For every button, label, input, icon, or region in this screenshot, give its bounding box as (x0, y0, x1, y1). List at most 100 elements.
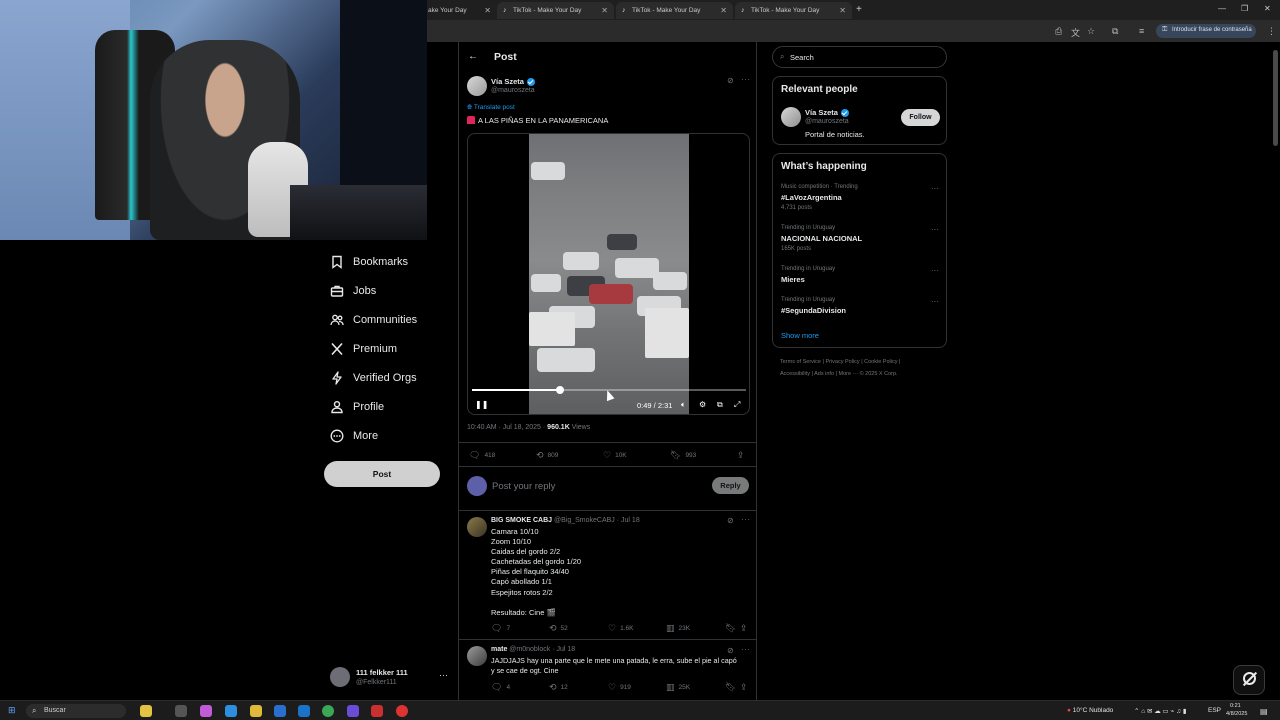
edge-icon[interactable] (225, 705, 237, 717)
minimize-icon[interactable]: — (1218, 4, 1226, 13)
copilot-icon[interactable] (200, 705, 212, 717)
sidebar-item-premium[interactable]: Premium (330, 338, 397, 360)
share-button[interactable]: ⇪ (740, 623, 752, 634)
tray-icons[interactable]: ⌃ ⌂ ✉ ☁ ▭ ⌁ ♫ ▮ (1134, 707, 1186, 715)
reply-button[interactable]: 🗨︎ 7 (491, 623, 510, 634)
task-view-icon[interactable] (175, 705, 187, 717)
more-dots-icon[interactable]: ··· (931, 225, 939, 234)
avatar[interactable] (781, 107, 801, 127)
more-dots-icon[interactable]: ··· (741, 645, 751, 654)
notifications-icon[interactable]: ▤ (1260, 707, 1268, 716)
like-button[interactable]: ♡ 919 (608, 682, 631, 693)
sidebar-item-communities[interactable]: Communities (330, 309, 417, 331)
trend-name[interactable]: NACIONAL NACIONAL (781, 234, 862, 243)
translate-post-link[interactable]: 🌐︎ Translate post (467, 104, 515, 112)
more-dots-icon[interactable]: ··· (931, 184, 939, 193)
windows-start-icon[interactable]: ⊞ (8, 705, 16, 716)
weather-widget[interactable]: ● 10°C Nublado (1067, 707, 1113, 714)
footer-links[interactable]: Terms of Service | Privacy Policy | Cook… (780, 359, 900, 365)
volume-icon[interactable]: 🔈︎ (681, 400, 686, 410)
outlook-icon[interactable] (298, 705, 310, 717)
obs-icon[interactable] (347, 705, 359, 717)
app-icon[interactable] (371, 705, 383, 717)
video-scrubber-handle[interactable] (555, 386, 564, 394)
video-player[interactable]: ❚❚ 0:49 / 2:31 🔈︎ ⚙︎ ⧉ ⤢ (467, 133, 750, 415)
reply-button[interactable]: 🗨︎ 4 (491, 682, 510, 693)
comment-author-name[interactable]: BIG SMOKE CABJ (491, 517, 552, 524)
person-handle[interactable]: @mauroszeta (805, 118, 849, 125)
views-button[interactable]: ▥ 25K (666, 682, 690, 693)
browser-tab[interactable]: ♪ TikTok - Make Your Day ✕ (735, 2, 852, 19)
browser-tab[interactable]: ake Your Day ✕ (427, 2, 497, 19)
taskbar-search[interactable]: ⌕ Buscar (26, 704, 126, 718)
chrome-icon[interactable] (322, 705, 334, 717)
repost-button[interactable]: ⟲ 52 (549, 623, 568, 634)
comment-author-handle[interactable]: @Big_SmokeCABJ · Jul 18 (554, 517, 640, 524)
reply-input[interactable]: Post your reply (492, 481, 555, 492)
author-name[interactable]: Vía Szeta (491, 77, 535, 86)
sidebar-item-profile[interactable]: Profile (330, 396, 384, 418)
author-avatar[interactable] (467, 76, 487, 96)
bookmark-button[interactable]: 🔖︎ 993 (670, 450, 696, 461)
show-more-link[interactable]: Show more (781, 331, 819, 340)
settings-gear-icon[interactable]: ⚙︎ (699, 400, 706, 409)
person-name[interactable]: Vía Szeta (805, 108, 849, 117)
new-tab-icon[interactable]: + (856, 4, 862, 15)
more-dots-icon[interactable]: ··· (931, 266, 939, 275)
account-switcher[interactable]: 111 felkker 111 @Felkker111 ··· (330, 666, 450, 690)
close-icon[interactable]: ✕ (839, 6, 846, 15)
browser-tab[interactable]: ♪ TikTok - Make Your Day ✕ (616, 2, 733, 19)
page-scrollbar[interactable] (1273, 50, 1278, 146)
bookmark-button[interactable]: 🔖︎ (725, 623, 740, 634)
pause-icon[interactable]: ❚❚ (475, 400, 488, 409)
more-dots-icon[interactable]: ··· (741, 515, 751, 524)
password-prompt[interactable]: ⚿ Introducir frase de contraseña (1156, 24, 1256, 38)
follow-button[interactable]: Follow (901, 109, 940, 126)
comment-author-handle[interactable]: @m0noblock · Jul 18 (509, 646, 575, 653)
footer-links[interactable]: Accessibility | Ads info | More ··· © 20… (780, 371, 898, 377)
grok-icon[interactable]: ⊘ (727, 516, 734, 525)
grok-icon[interactable]: ⊘ (727, 76, 734, 85)
more-dots-icon[interactable]: ··· (931, 297, 939, 306)
sidebar-item-jobs[interactable]: Jobs (330, 280, 376, 302)
star-icon[interactable]: ☆ (1087, 26, 1095, 37)
repost-button[interactable]: ⟲ 809 (536, 450, 558, 461)
back-arrow-icon[interactable]: ← (468, 51, 478, 62)
grok-icon[interactable]: ⊘ (727, 646, 734, 655)
avatar[interactable] (467, 517, 487, 537)
sidebar-item-bookmarks[interactable]: Bookmarks (330, 251, 408, 273)
menu-dots-icon[interactable]: ⋮ (1267, 26, 1276, 37)
sidebar-item-verified-orgs[interactable]: Verified Orgs (330, 367, 417, 389)
maximize-icon[interactable]: ❐ (1241, 4, 1248, 13)
fullscreen-icon[interactable]: ⤢ (734, 400, 740, 410)
sidebar-item-more[interactable]: More (330, 425, 378, 447)
extensions-icon[interactable]: ⧉ (1112, 26, 1118, 37)
avatar[interactable] (467, 646, 487, 666)
bookmark-button[interactable]: 🔖︎ (725, 682, 740, 693)
like-button[interactable]: ♡ 10K (603, 450, 627, 461)
install-app-icon[interactable]: ⎙ (1055, 26, 1062, 37)
clock-time[interactable]: 0:21 (1230, 703, 1241, 709)
trend-name[interactable]: #LaVozArgentina (781, 193, 842, 202)
views-button[interactable]: ▥ 23K (666, 623, 690, 634)
search-input[interactable]: ⌕ Search (772, 46, 947, 68)
trend-name[interactable]: Mieres (781, 275, 805, 284)
file-explorer-icon[interactable] (250, 705, 262, 717)
close-icon[interactable]: ✕ (720, 6, 727, 15)
share-button[interactable]: ⇪ (740, 682, 752, 693)
grok-button[interactable] (1233, 665, 1265, 695)
like-button[interactable]: ♡ 1.6K (608, 623, 633, 634)
comment-author-name[interactable]: mate (491, 646, 507, 653)
widgets-icon[interactable] (140, 705, 152, 717)
picture-in-picture-icon[interactable]: ⧉ (717, 400, 723, 410)
author-handle[interactable]: @mauroszeta (491, 87, 535, 94)
app-icon[interactable] (396, 705, 408, 717)
tab-search-icon[interactable]: ≡ (1139, 26, 1144, 36)
translate-page-icon[interactable]: 文 (1071, 26, 1080, 39)
share-button[interactable]: ⇪ (737, 450, 749, 461)
window-close-icon[interactable]: ✕ (1264, 4, 1271, 13)
reply-button[interactable]: 🗨︎ 418 (469, 450, 495, 461)
repost-button[interactable]: ⟲ 12 (549, 682, 568, 693)
browser-tab[interactable]: ♪ TikTok - Make Your Day ✕ (497, 2, 614, 19)
compose-post-button[interactable]: Post (324, 461, 440, 487)
